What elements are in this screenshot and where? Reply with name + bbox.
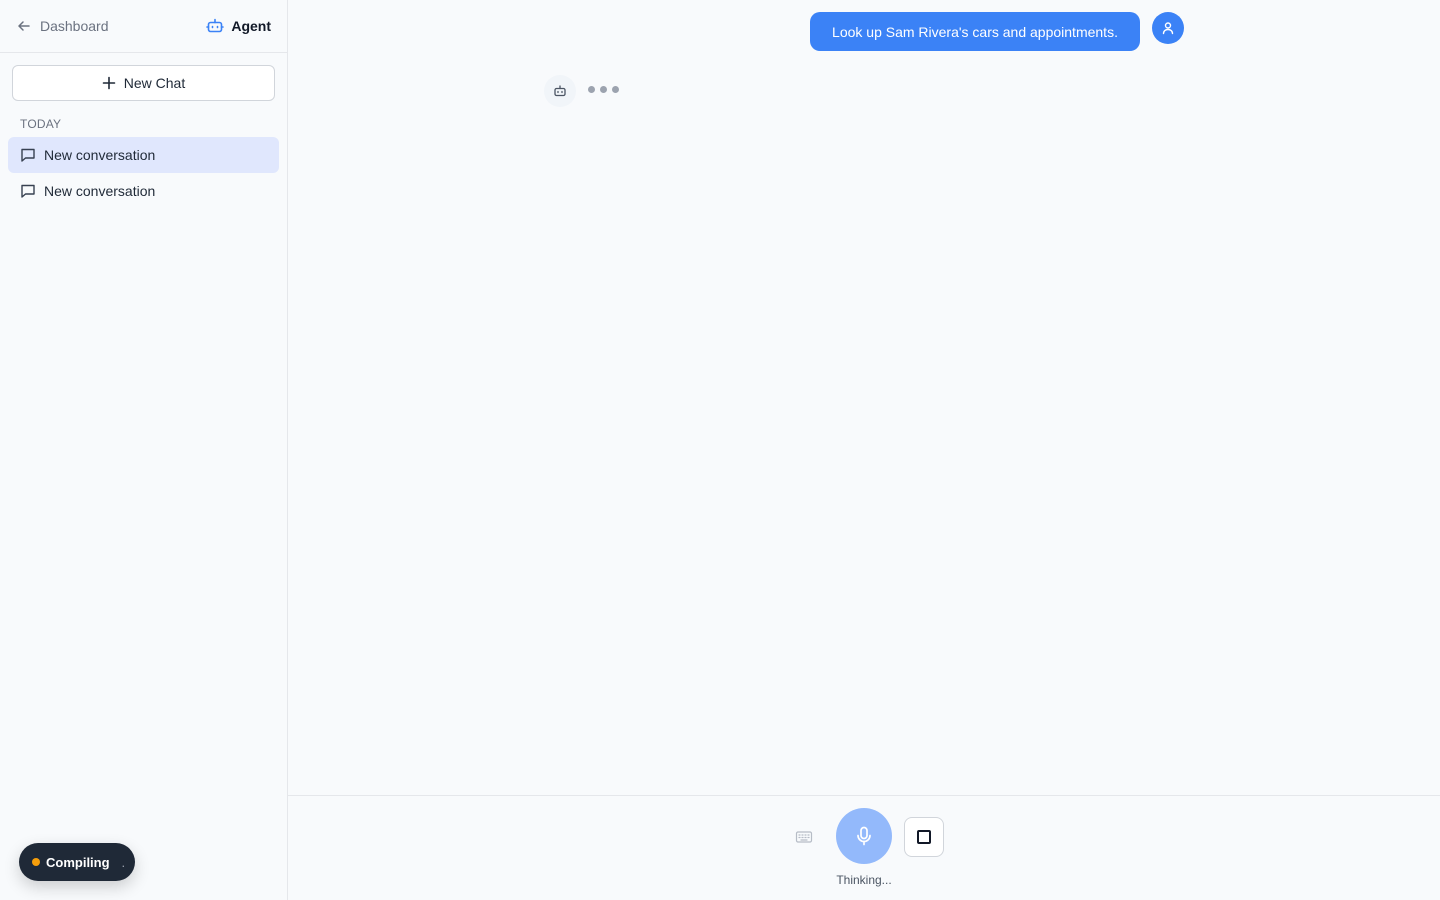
build-status-badge: Compiling .: [19, 843, 135, 881]
status-dot: [32, 858, 40, 866]
agent-mode-text: Agent: [231, 18, 271, 34]
arrow-left-icon: [18, 21, 30, 31]
conversation-label: New conversation: [44, 183, 156, 199]
microphone-button[interactable]: [836, 808, 892, 864]
microphone-icon: [857, 826, 871, 846]
user-icon: [1162, 22, 1174, 35]
conversation-label: New conversation: [44, 147, 156, 163]
message-square-icon: [21, 148, 35, 162]
composer-status-text: Thinking...: [836, 873, 892, 887]
typing-indicator: [588, 86, 619, 93]
keyboard-icon: [795, 831, 813, 843]
chat-area: Look up Sam Rivera's cars and appointmen…: [288, 0, 1440, 900]
sidebar-header: Dashboard Agent: [0, 0, 287, 53]
robot-icon: [206, 18, 225, 33]
user-message-bubble: Look up Sam Rivera's cars and appointmen…: [810, 12, 1140, 51]
plus-icon: [102, 76, 116, 90]
assistant-avatar: [544, 75, 576, 107]
build-status-text: Compiling: [46, 854, 110, 870]
new-chat-label: New Chat: [123, 75, 186, 91]
typing-dot: [588, 86, 595, 93]
sidebar: Dashboard Agent New Chat TODAY New conve…: [0, 0, 288, 900]
build-status-suffix: .: [121, 854, 126, 870]
conversation-item[interactable]: New conversation: [8, 137, 279, 173]
stop-button[interactable]: [904, 817, 944, 857]
section-label-today: TODAY: [20, 117, 62, 131]
new-chat-button[interactable]: New Chat: [12, 65, 275, 101]
typing-dot: [612, 86, 619, 93]
back-to-dashboard-link[interactable]: Dashboard: [16, 18, 109, 34]
voice-composer: Thinking...: [288, 795, 1440, 900]
agent-mode-label: Agent: [206, 17, 271, 35]
stop-icon: [917, 830, 931, 844]
back-link-label: Dashboard: [40, 18, 109, 34]
user-avatar: [1152, 12, 1184, 44]
typing-dot: [600, 86, 607, 93]
robot-icon: [554, 85, 566, 97]
message-square-icon: [21, 184, 35, 198]
conversation-item[interactable]: New conversation: [8, 173, 279, 209]
keyboard-toggle-button[interactable]: [793, 828, 815, 846]
